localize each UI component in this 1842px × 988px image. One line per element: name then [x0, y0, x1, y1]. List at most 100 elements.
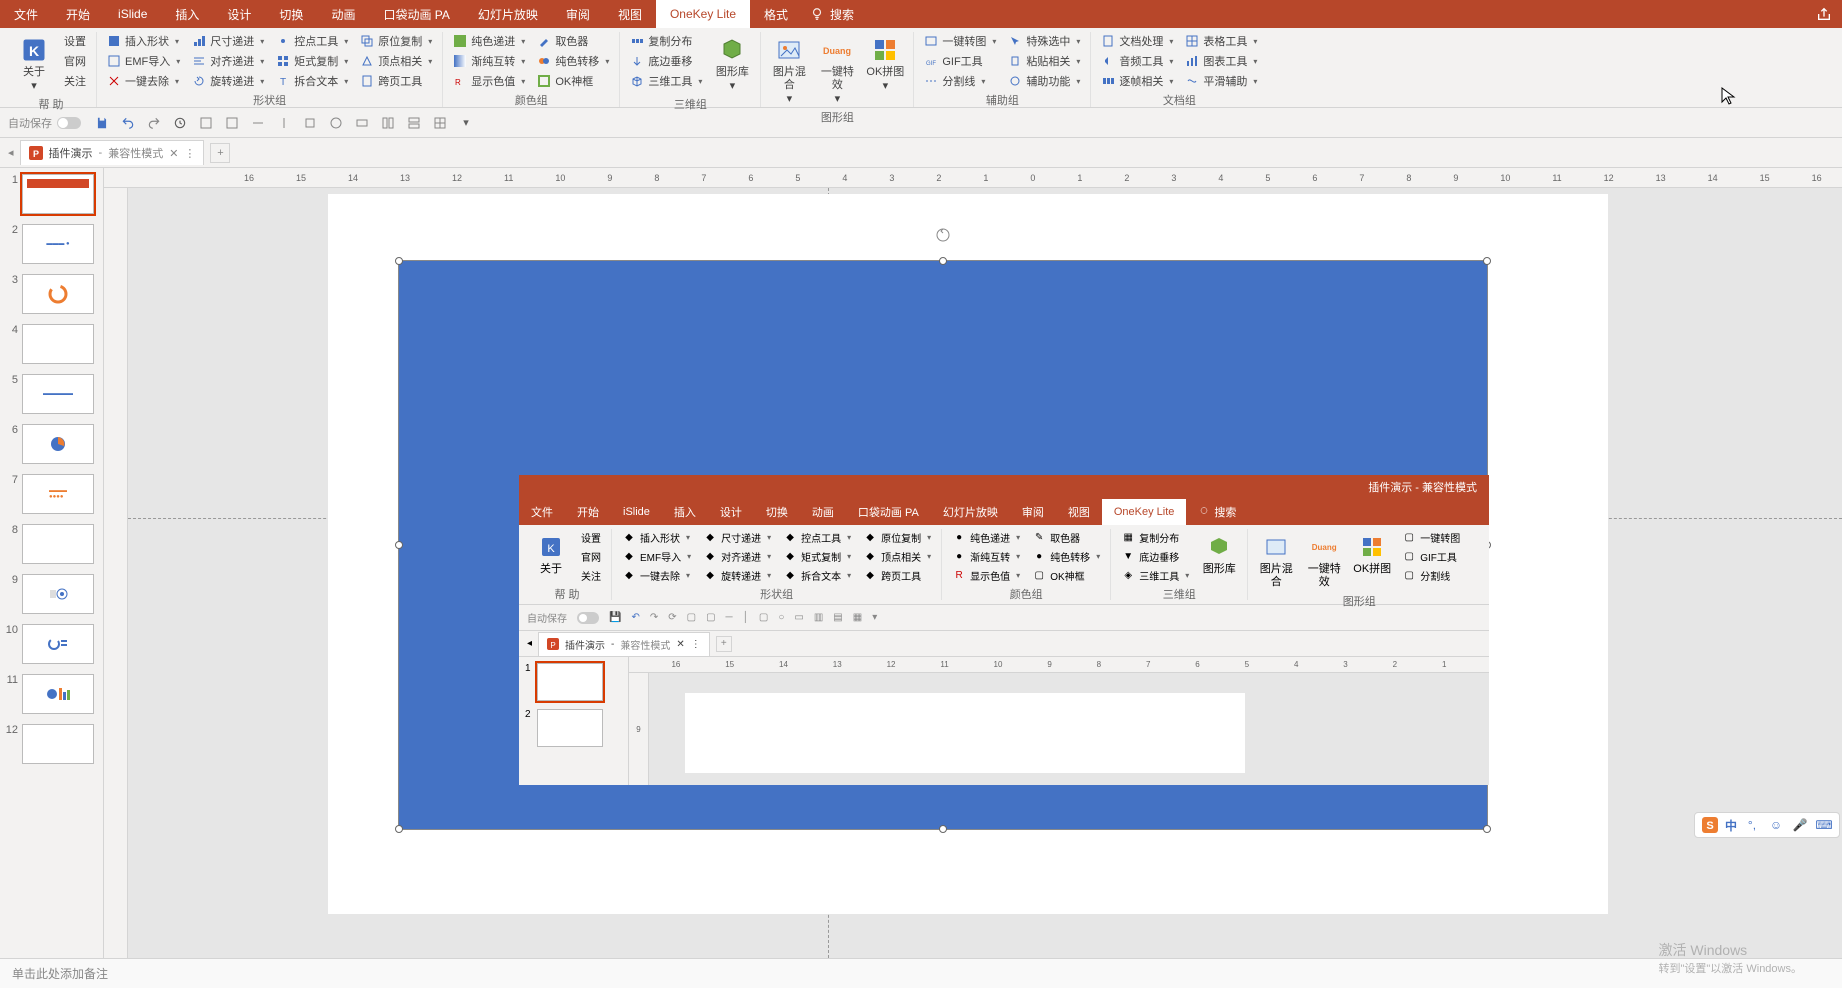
tab-design[interactable]: 设计 [213, 0, 265, 28]
bottom-shift-button[interactable]: 底边垂移 [626, 52, 706, 70]
ime-emoji-icon[interactable]: ☺ [1767, 816, 1785, 834]
chart-tools-button[interactable]: 图表工具▾ [1181, 52, 1261, 70]
qat-icon-6[interactable] [328, 115, 344, 131]
slide-thumb-10[interactable] [22, 624, 94, 664]
one-click-effect-button[interactable]: Duang 一键特效 ▾ [815, 32, 859, 107]
slide-thumb-5[interactable]: ▬▬▬▬▬ [22, 374, 94, 414]
vertex-related-button[interactable]: 顶点相关▾ [356, 52, 436, 70]
slide-thumb-12[interactable] [22, 724, 94, 764]
resize-handle-se[interactable] [1483, 825, 1491, 833]
solid-transfer-button[interactable]: 纯色转移▾ [533, 52, 613, 70]
slide-canvas[interactable]: 插件演示 - 兼容性模式 文件 开始 iSlide 插入 设计 切换 动画 口袋… [328, 194, 1608, 914]
ok-frame-button[interactable]: OK神框 [533, 72, 613, 90]
control-point-button[interactable]: 控点工具▾ [272, 32, 352, 50]
slide-canvas-area[interactable]: 插件演示 - 兼容性模式 文件 开始 iSlide 插入 设计 切换 动画 口袋… [128, 188, 1842, 958]
eyedropper-button[interactable]: 取色器 [533, 32, 613, 50]
resize-handle-w[interactable] [395, 541, 403, 549]
share-icon[interactable] [1816, 6, 1832, 22]
resize-handle-ne[interactable] [1483, 257, 1491, 265]
tab-format[interactable]: 格式 [750, 0, 802, 28]
audio-tools-button[interactable]: 音频工具▾ [1097, 52, 1177, 70]
slide-thumb-9[interactable] [22, 574, 94, 614]
to-image-button[interactable]: 一键转图▾ [920, 32, 1000, 50]
autosave-toggle[interactable] [56, 116, 82, 130]
close-tab-icon[interactable]: ✕ [169, 147, 178, 160]
tab-file[interactable]: 文件 [0, 0, 52, 28]
show-color-value-button[interactable]: R显示色值▾ [449, 72, 529, 90]
tab-review[interactable]: 审阅 [552, 0, 604, 28]
doc-process-button[interactable]: 文档处理▾ [1097, 32, 1177, 50]
frame-related-button[interactable]: 逐帧相关▾ [1097, 72, 1177, 90]
image-blend-button[interactable]: 图片混合 ▾ [767, 32, 811, 107]
qat-icon-5[interactable] [302, 115, 318, 131]
divider-button[interactable]: 分割线▾ [920, 72, 1000, 90]
slide-thumb-11[interactable] [22, 674, 94, 714]
slide-thumb-1[interactable] [22, 174, 94, 214]
rotate-progress-button[interactable]: 旋转递进▾ [188, 72, 268, 90]
tab-home[interactable]: 开始 [52, 0, 104, 28]
3d-tools-button[interactable]: 三维工具▾ [626, 72, 706, 90]
table-tools-button[interactable]: 表格工具▾ [1181, 32, 1261, 50]
ime-keyboard-icon[interactable]: ⌨ [1815, 816, 1833, 834]
qat-icon-8[interactable] [380, 115, 396, 131]
about-button[interactable]: K 关于 ▾ [12, 32, 56, 94]
notes-pane[interactable]: 单击此处添加备注 [0, 958, 1842, 988]
ime-mic-icon[interactable]: 🎤 [1791, 816, 1809, 834]
ime-toolbar[interactable]: S 中 °, ☺ 🎤 ⌨ [1694, 812, 1840, 838]
slide-thumb-8[interactable] [22, 524, 94, 564]
repeat-icon[interactable] [172, 115, 188, 131]
slide-thumb-6[interactable] [22, 424, 94, 464]
tab-view[interactable]: 视图 [604, 0, 656, 28]
new-tab-button[interactable]: + [210, 143, 230, 163]
rotate-handle-icon[interactable] [935, 227, 951, 243]
slide-thumbnails-panel[interactable]: 1 2▬▬▬ ● 3 4 5▬▬▬▬▬ 6 7▬▬▬●●●● 8 9 10 11… [0, 168, 104, 958]
gradient-swap-button[interactable]: 渐纯互转▾ [449, 52, 529, 70]
follow-button[interactable]: 关注 [60, 72, 90, 90]
slide-thumb-7[interactable]: ▬▬▬●●●● [22, 474, 94, 514]
qat-icon-7[interactable] [354, 115, 370, 131]
tab-onekey-lite[interactable]: OneKey Lite [656, 0, 750, 28]
selected-rectangle-shape[interactable]: 插件演示 - 兼容性模式 文件 开始 iSlide 插入 设计 切换 动画 口袋… [398, 260, 1488, 830]
resize-handle-nw[interactable] [395, 257, 403, 265]
in-place-copy-button[interactable]: 原位复制▾ [356, 32, 436, 50]
paste-related-button[interactable]: 粘贴相关▾ [1004, 52, 1084, 70]
cross-page-button[interactable]: 跨页工具 [356, 72, 436, 90]
document-tab[interactable]: P 插件演示 - 兼容性模式 ✕ ⋮ [20, 140, 205, 165]
resize-handle-s[interactable] [939, 825, 947, 833]
tab-islide[interactable]: iSlide [104, 0, 161, 28]
shape-library-button[interactable]: 图形库 ▾ [710, 32, 754, 94]
tell-me-search[interactable]: 搜索 [802, 6, 854, 23]
ok-collage-button[interactable]: OK拼图 ▾ [863, 32, 907, 107]
one-click-remove-button[interactable]: 一键去除▾ [103, 72, 184, 90]
qat-icon-2[interactable] [224, 115, 240, 131]
qat-dropdown-icon[interactable]: ▾ [458, 115, 474, 131]
slide-thumb-4[interactable] [22, 324, 94, 364]
qat-icon-3[interactable] [250, 115, 266, 131]
ime-lang[interactable]: 中 [1725, 817, 1737, 834]
tab-transition[interactable]: 切换 [265, 0, 317, 28]
copy-distribute-button[interactable]: 复制分布 [626, 32, 706, 50]
save-icon[interactable] [94, 115, 110, 131]
website-button[interactable]: 官网 [60, 52, 90, 70]
back-icon[interactable]: ◂ [8, 146, 14, 159]
tab-insert[interactable]: 插入 [161, 0, 213, 28]
sogou-logo-icon[interactable]: S [1701, 816, 1719, 834]
special-select-button[interactable]: 特殊选中▾ [1004, 32, 1084, 50]
slide-thumb-3[interactable] [22, 274, 94, 314]
gif-tools-button[interactable]: GIFGIF工具 [920, 52, 1000, 70]
morph-assist-button[interactable]: 平滑辅助▾ [1181, 72, 1261, 90]
resize-handle-sw[interactable] [395, 825, 403, 833]
insert-shape-button[interactable]: 插入形状▾ [103, 32, 184, 50]
slide-thumb-2[interactable]: ▬▬▬ ● [22, 224, 94, 264]
undo-icon[interactable] [120, 115, 136, 131]
resize-handle-n[interactable] [939, 257, 947, 265]
qat-icon-10[interactable] [432, 115, 448, 131]
size-progress-button[interactable]: 尺寸递进▾ [188, 32, 268, 50]
assist-func-button[interactable]: 辅助功能▾ [1004, 72, 1084, 90]
settings-button[interactable]: 设置 [60, 32, 90, 50]
qat-icon-9[interactable] [406, 115, 422, 131]
emf-import-button[interactable]: EMF导入▾ [103, 52, 184, 70]
tab-animation[interactable]: 动画 [317, 0, 369, 28]
qat-icon-1[interactable] [198, 115, 214, 131]
split-text-button[interactable]: T拆合文本▾ [272, 72, 352, 90]
